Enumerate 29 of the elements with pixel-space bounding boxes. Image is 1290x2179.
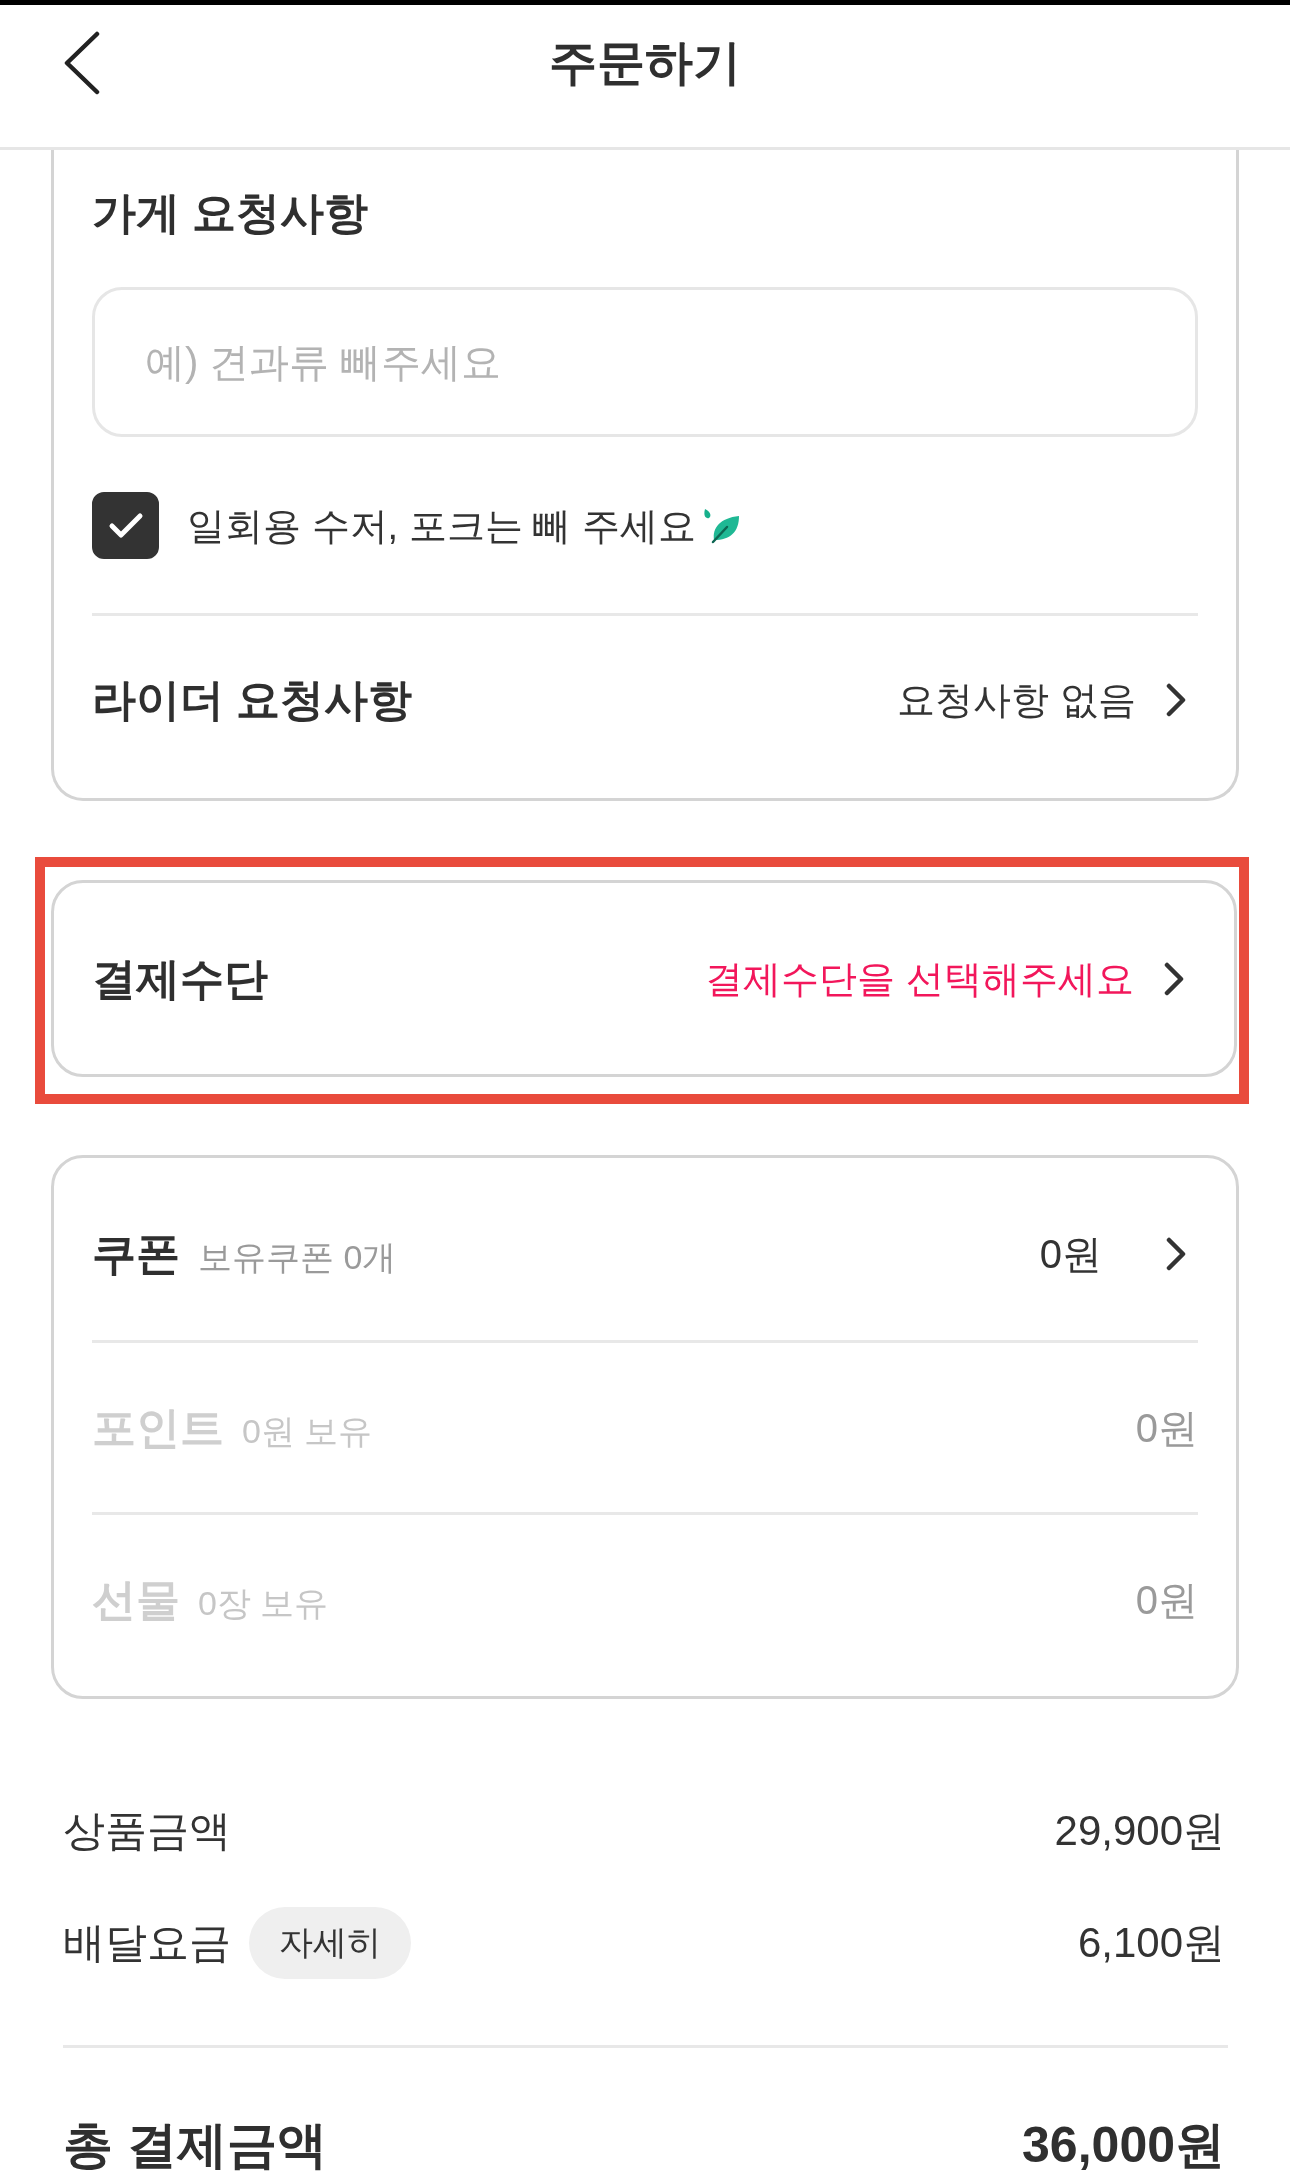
row-label: 결제수단 bbox=[92, 953, 268, 1005]
discount-value: 0원 bbox=[1039, 1231, 1102, 1278]
discount-detail: 0장 보유 bbox=[198, 1582, 329, 1624]
total-value: 36,000원 bbox=[1022, 2116, 1225, 2175]
discount-detail: 0원 보유 bbox=[242, 1410, 373, 1452]
request-input[interactable]: 예) 견과류 빼주세요 bbox=[92, 287, 1198, 437]
section-title: 가게 요청사항 bbox=[92, 187, 370, 239]
rider-request-value[interactable]: 요청사항 없음 bbox=[897, 675, 1136, 725]
price-label: 배달요금 bbox=[63, 1918, 231, 1968]
checkbox[interactable] bbox=[92, 492, 159, 559]
leaf-icon bbox=[701, 507, 742, 544]
page-title: 주문하기 bbox=[549, 35, 741, 91]
details-button[interactable]: 자세히 bbox=[249, 1907, 411, 1979]
price-value: 29,900원 bbox=[1054, 1806, 1225, 1856]
chevron-right-icon[interactable] bbox=[1164, 962, 1184, 996]
discount-value: 0원 bbox=[1135, 1404, 1198, 1452]
price-value: 6,100원 bbox=[1077, 1918, 1225, 1968]
chevron-right-icon[interactable] bbox=[1166, 1237, 1186, 1271]
discount-detail: 보유쿠폰 0개 bbox=[198, 1237, 397, 1278]
discount-value: 0원 bbox=[1135, 1576, 1198, 1624]
price-label: 상품금액 bbox=[63, 1806, 231, 1856]
back-icon[interactable] bbox=[62, 31, 102, 95]
row-label: 라이더 요청사항 bbox=[92, 674, 413, 726]
chevron-right-icon[interactable] bbox=[1166, 683, 1186, 717]
checkbox-label: 일회용 수저, 포크는 빼 주세요 bbox=[187, 503, 696, 549]
payment-method-prompt[interactable]: 결제수단을 선택해주세요 bbox=[705, 954, 1134, 1004]
discount-label: 쿠폰 bbox=[92, 1228, 180, 1280]
checkmark-icon bbox=[107, 511, 144, 540]
total-label: 총 결제금액 bbox=[63, 2116, 327, 2175]
